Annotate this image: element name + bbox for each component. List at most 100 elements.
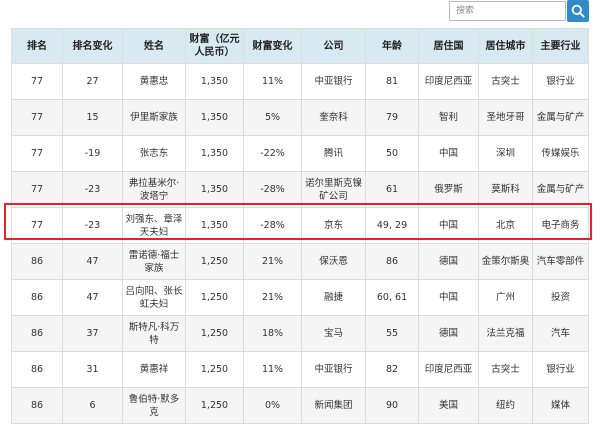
cell-wealth-change: 18% [243, 315, 302, 352]
cell-industry: 媒体 [532, 387, 589, 424]
cell-city: 圣地牙哥 [478, 99, 533, 136]
cell-industry: 银行业 [532, 351, 589, 388]
cell-country: 美国 [418, 387, 479, 424]
table-row: 77 27 黄惠忠 1,350 11% 中亚银行 81 印度尼西亚 古突士 银行业 [11, 63, 589, 100]
cell-age: 79 [365, 99, 419, 136]
cell-country: 智利 [418, 99, 479, 136]
cell-rank-change: 37 [62, 315, 123, 352]
header-name[interactable]: 姓名 [122, 28, 186, 64]
cell-rank-change: -19 [62, 135, 123, 172]
cell-wealth-change: 5% [243, 99, 302, 136]
header-age[interactable]: 年龄 [365, 28, 419, 64]
cell-name: 伊里斯家族 [122, 99, 186, 136]
cell-rank: 86 [11, 243, 63, 280]
search-bar [449, 0, 590, 22]
cell-name: 斯特凡·科万特 [122, 315, 186, 352]
cell-company: 融捷 [301, 279, 366, 316]
cell-company: 新闻集团 [301, 387, 366, 424]
cell-wealth: 1,250 [185, 315, 244, 352]
cell-wealth: 1,350 [185, 207, 244, 244]
cell-city: 深圳 [478, 135, 533, 172]
table-row: 86 47 吕向阳、张长虹夫妇 1,250 21% 融捷 60, 61 中国 广州 投资 [11, 279, 589, 316]
cell-wealth: 1,250 [185, 387, 244, 424]
cell-country: 中国 [418, 135, 479, 172]
cell-age: 81 [365, 63, 419, 100]
header-wealth-change[interactable]: 财富变化 [243, 28, 302, 64]
cell-industry: 投资 [532, 279, 589, 316]
cell-wealth-change: -28% [243, 171, 302, 208]
cell-wealth-change: 11% [243, 351, 302, 388]
cell-wealth: 1,250 [185, 351, 244, 388]
cell-industry: 汽车 [532, 315, 589, 352]
cell-country: 中国 [418, 279, 479, 316]
search-icon [571, 4, 585, 18]
cell-wealth: 1,250 [185, 243, 244, 280]
header-country[interactable]: 居住国 [418, 28, 479, 64]
cell-city: 古突士 [478, 63, 533, 100]
cell-name: 吕向阳、张长虹夫妇 [122, 279, 186, 316]
header-industry[interactable]: 主要行业 [532, 28, 589, 64]
cell-wealth-change: 0% [243, 387, 302, 424]
cell-country: 俄罗斯 [418, 171, 479, 208]
cell-company: 京东 [301, 207, 366, 244]
cell-name: 弗拉基米尔·波塔宁 [122, 171, 186, 208]
cell-wealth: 1,350 [185, 63, 244, 100]
cell-wealth: 1,350 [185, 135, 244, 172]
cell-name: 张志东 [122, 135, 186, 172]
cell-rank: 77 [11, 99, 63, 136]
cell-company: 保沃恩 [301, 243, 366, 280]
table-row: 77 15 伊里斯家族 1,350 5% 奎奈科 79 智利 圣地牙哥 金属与矿产 [11, 99, 589, 136]
header-rank-change[interactable]: 排名变化 [62, 28, 123, 64]
cell-rank-change: 15 [62, 99, 123, 136]
cell-wealth-change: 21% [243, 243, 302, 280]
cell-wealth: 1,350 [185, 171, 244, 208]
table-row: 86 6 鲁伯特·默多克 1,250 0% 新闻集团 90 美国 纽约 媒体 [11, 387, 589, 424]
cell-industry: 银行业 [532, 63, 589, 100]
cell-age: 82 [365, 351, 419, 388]
cell-wealth-change: -28% [243, 207, 302, 244]
cell-city: 广州 [478, 279, 533, 316]
cell-city: 金策尔斯奥 [478, 243, 533, 280]
cell-city: 莫斯科 [478, 171, 533, 208]
cell-rank-change: 47 [62, 279, 123, 316]
cell-rank: 77 [11, 63, 63, 100]
cell-company: 中亚银行 [301, 63, 366, 100]
table-header-row: 排名 排名变化 姓名 财富（亿元人民币） 财富变化 公司 年龄 居住国 居住城市… [11, 28, 589, 64]
header-wealth[interactable]: 财富（亿元人民币） [185, 28, 244, 64]
cell-rank: 86 [11, 279, 63, 316]
cell-rank: 86 [11, 387, 63, 424]
search-button[interactable] [567, 0, 589, 22]
table-row-highlighted: 77 -23 刘强东、章泽天夫妇 1,350 -28% 京东 49, 29 中国 北京 电子商务 [11, 207, 589, 244]
cell-industry: 汽车零部件 [532, 243, 589, 280]
cell-rank: 77 [11, 135, 63, 172]
cell-name: 黄惠祥 [122, 351, 186, 388]
cell-rank: 86 [11, 315, 63, 352]
cell-wealth-change: 11% [243, 63, 302, 100]
cell-age: 60, 61 [365, 279, 419, 316]
cell-age: 50 [365, 135, 419, 172]
cell-age: 49, 29 [365, 207, 419, 244]
header-company[interactable]: 公司 [301, 28, 366, 64]
cell-name: 刘强东、章泽天夫妇 [122, 207, 186, 244]
cell-industry: 传媒娱乐 [532, 135, 589, 172]
header-rank[interactable]: 排名 [11, 28, 63, 64]
cell-country: 德国 [418, 243, 479, 280]
table-row: 77 -19 张志东 1,350 -22% 腾讯 50 中国 深圳 传媒娱乐 [11, 135, 589, 172]
cell-wealth-change: -22% [243, 135, 302, 172]
cell-company: 奎奈科 [301, 99, 366, 136]
search-input[interactable] [449, 1, 566, 21]
table-row: 77 -23 弗拉基米尔·波塔宁 1,350 -28% 诺尔里斯克镍矿公司 61 俄罗斯 莫斯科… [11, 171, 589, 208]
cell-name: 鲁伯特·默多克 [122, 387, 186, 424]
cell-city: 北京 [478, 207, 533, 244]
cell-age: 86 [365, 243, 419, 280]
table-row: 86 31 黄惠祥 1,250 11% 中亚银行 82 印度尼西亚 古突士 银行业 [11, 351, 589, 388]
cell-city: 纽约 [478, 387, 533, 424]
cell-age: 61 [365, 171, 419, 208]
cell-rank-change: 31 [62, 351, 123, 388]
table-row: 86 47 雷诺德·福士家族 1,250 21% 保沃恩 86 德国 金策尔斯奥 汽车零部件 [11, 243, 589, 280]
table-row: 86 37 斯特凡·科万特 1,250 18% 宝马 55 德国 法兰克福 汽车 [11, 315, 589, 352]
header-city[interactable]: 居住城市 [478, 28, 533, 64]
cell-rank-change: -23 [62, 207, 123, 244]
cell-industry: 金属与矿产 [532, 99, 589, 136]
cell-rank-change: 6 [62, 387, 123, 424]
